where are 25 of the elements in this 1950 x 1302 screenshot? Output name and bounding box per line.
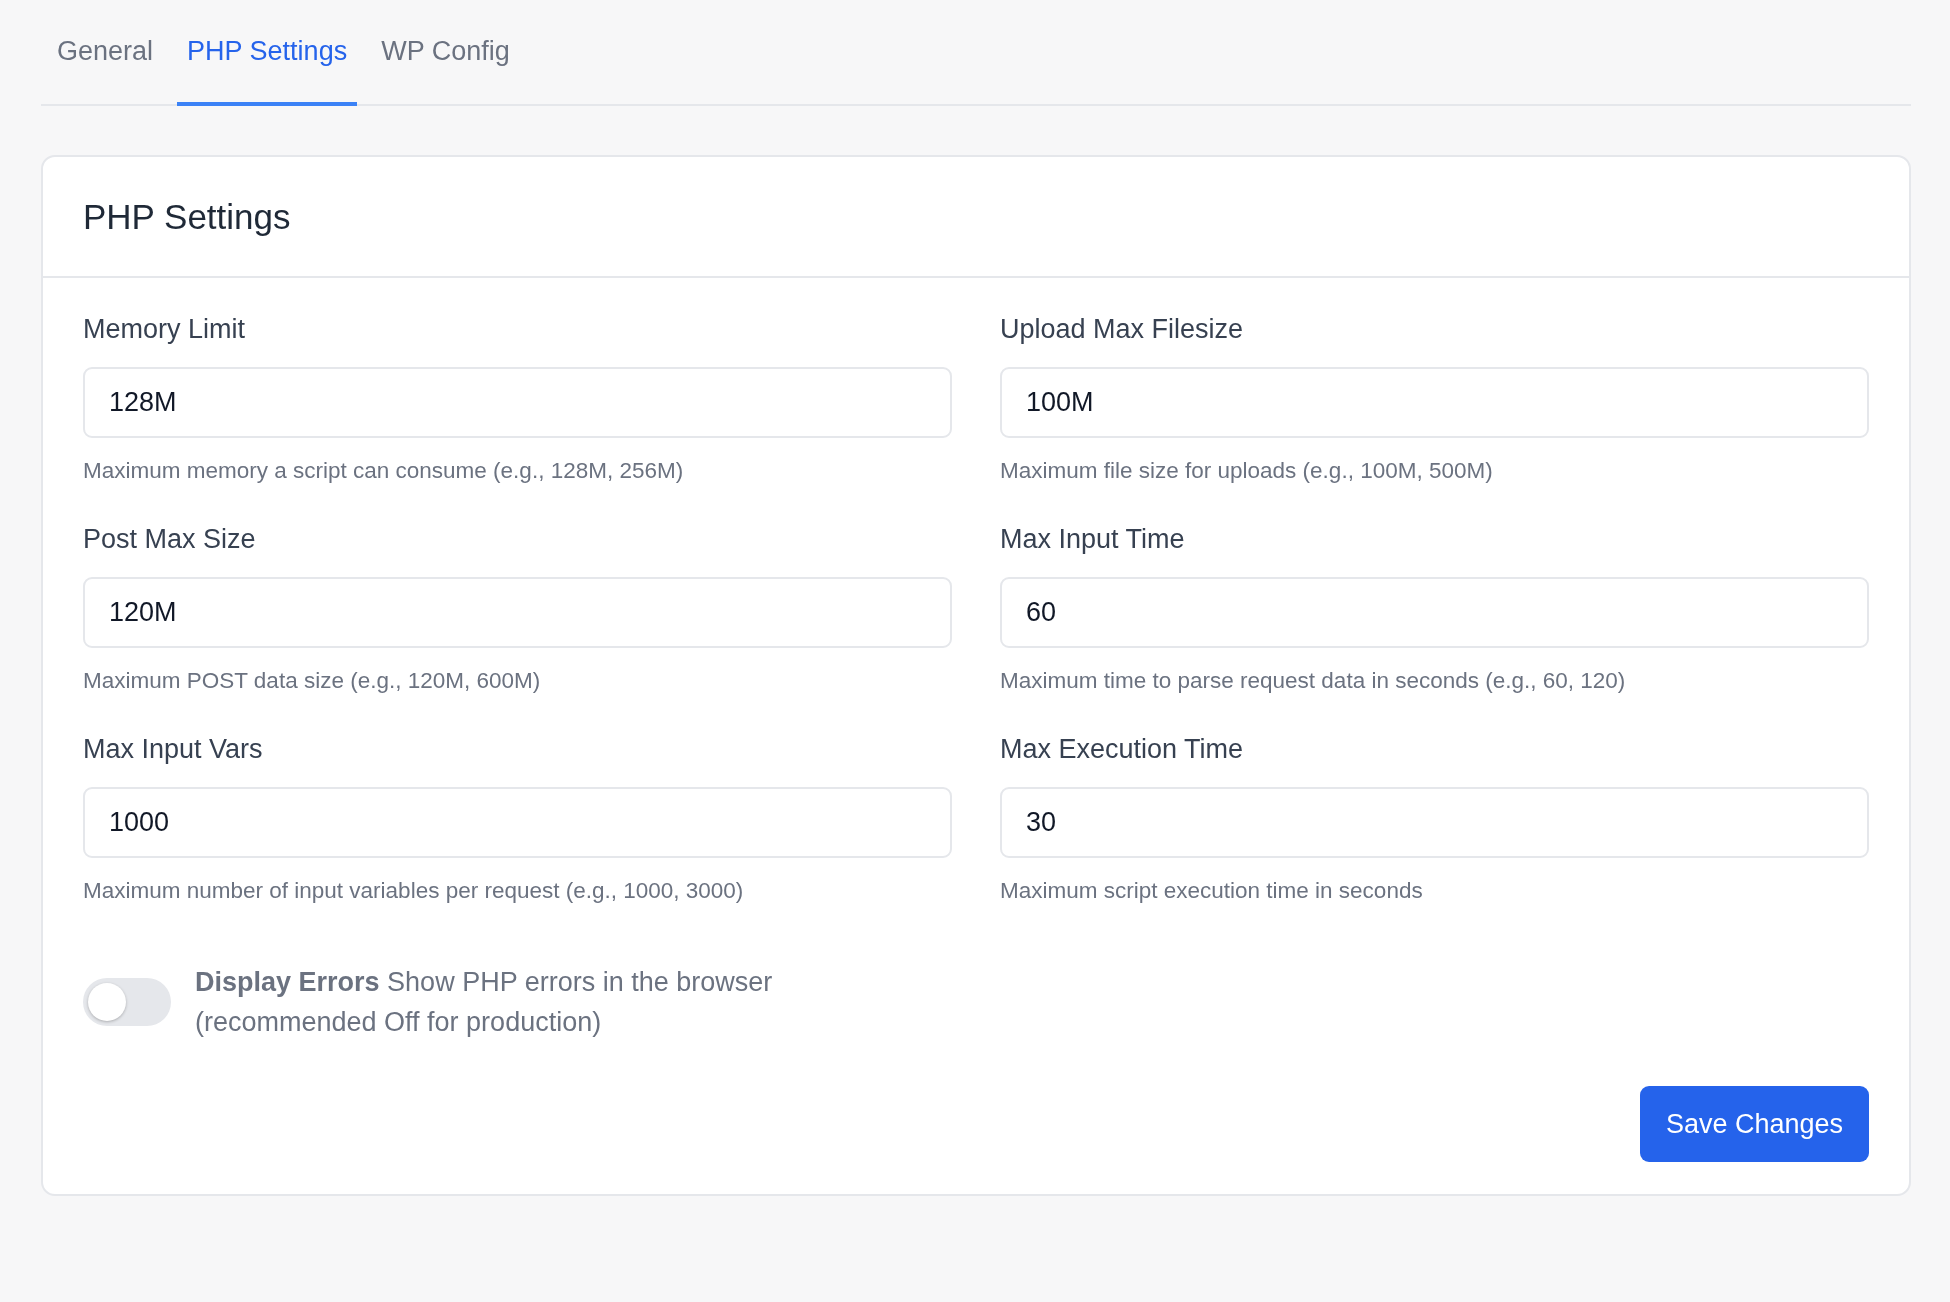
help-text: Maximum memory a script can consume (e.g., 128M, 256M) [83,458,685,484]
field-label: Post Max Size [83,524,257,555]
tab[interactable]: PHP Settings [177,0,358,106]
help-text: Maximum file size for uploads (e.g., 100M, 500M) [1000,458,1494,484]
help-text: Maximum number of input variables per request (e.g., 1000, 3000) [83,878,745,904]
input-field[interactable]: 120M [83,577,952,648]
help-text: Maximum script execution time in seconds [1000,878,1424,904]
setting-description: Display Errors Show PHP errors in the browser (recommended Off for production) [195,966,774,1039]
help-text: Maximum time to parse request data in seconds (e.g., 60, 120) [1000,668,1627,694]
tab[interactable]: General [47,0,164,106]
field-label: Max Execution Time [1000,734,1245,765]
input-field[interactable]: 60 [1000,577,1869,648]
field-label: Upload Max Filesize [1000,314,1245,345]
field-label: Max Input Vars [83,734,264,765]
save-button[interactable]: Save Changes [1639,1086,1869,1162]
toggle-switch[interactable] [83,978,171,1026]
field-label: Max Input Time [1000,524,1186,555]
input-field[interactable]: 128M [83,367,952,438]
tab[interactable]: WP Config [371,0,520,106]
input-field[interactable]: 1000 [83,787,952,858]
input-field[interactable]: 100M [1000,367,1869,438]
input-field[interactable]: 30 [1000,787,1869,858]
field-label: Memory Limit [83,314,246,345]
card-title: PHP Settings [83,196,291,237]
help-text: Maximum POST data size (e.g., 120M, 600M) [83,668,542,694]
